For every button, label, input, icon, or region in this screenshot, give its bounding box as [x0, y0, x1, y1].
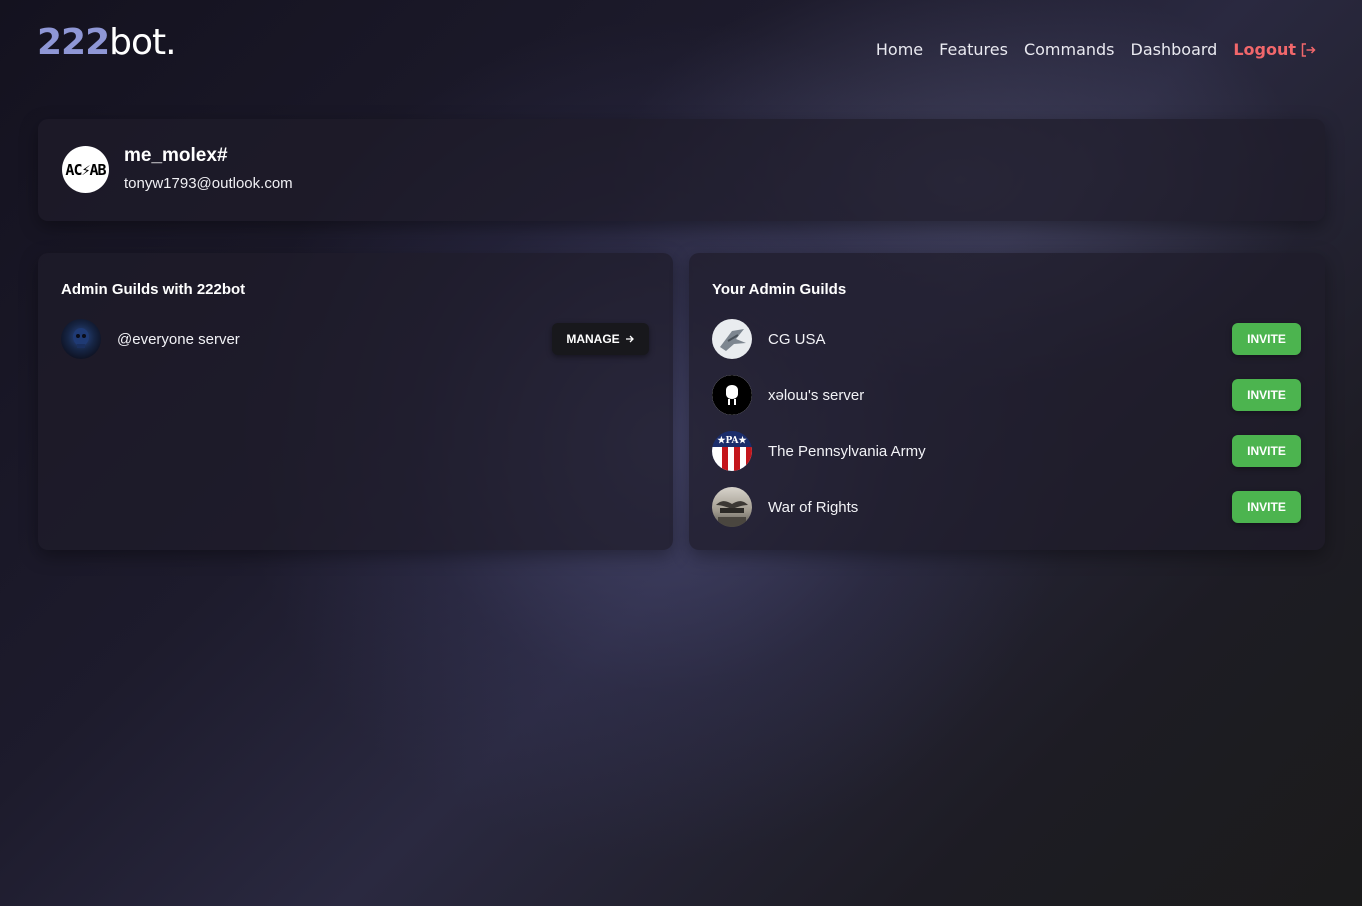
manage-label: MANAGE [566, 332, 620, 346]
list-item: @everyone server MANAGE [61, 319, 649, 359]
site-logo[interactable]: 222bot. [37, 22, 177, 63]
list-item: CG USA INVITE [712, 319, 1301, 359]
avatar-text: AC⚡AB [65, 160, 106, 179]
logout-link[interactable]: Logout [1233, 40, 1316, 59]
flag-icon: ★PA★ [712, 431, 752, 471]
arrow-right-icon [625, 335, 634, 343]
bot-guilds-card: Admin Guilds with 222bot @everyone serve… [38, 253, 673, 550]
profile-card: AC⚡AB me_molex# tonyw1793@outlook.com [38, 119, 1325, 221]
eagle-icon [712, 487, 752, 527]
username: me_molex# [124, 145, 228, 166]
logo-text: bot. [109, 22, 176, 63]
jet-icon [712, 319, 752, 359]
nav-dashboard[interactable]: Dashboard [1131, 40, 1218, 59]
skull-icon [61, 319, 101, 359]
admin-guilds-title: Your Admin Guilds [712, 281, 847, 298]
avatar: AC⚡AB [62, 146, 109, 193]
logout-icon [1301, 42, 1316, 57]
logout-label: Logout [1233, 40, 1296, 59]
list-item: War of Rights INVITE [712, 487, 1301, 527]
admin-guilds-card: Your Admin Guilds CG USA INVITE xǝloɯ's … [689, 253, 1325, 550]
nav-home[interactable]: Home [876, 40, 923, 59]
guild-name: CG USA [768, 330, 826, 348]
nav-commands[interactable]: Commands [1024, 40, 1115, 59]
top-nav: Home Features Commands Dashboard Logout [876, 40, 1316, 59]
list-item: ★PA★ The Pennsylvania Army INVITE [712, 431, 1301, 471]
guild-name: xǝloɯ's server [768, 386, 865, 404]
github-icon [712, 375, 752, 415]
invite-button[interactable]: INVITE [1232, 323, 1301, 355]
logo-number: 222 [37, 22, 110, 63]
user-email: tonyw1793@outlook.com [124, 175, 293, 192]
guild-name: War of Rights [768, 498, 859, 516]
guild-name: The Pennsylvania Army [768, 442, 926, 460]
invite-button[interactable]: INVITE [1232, 379, 1301, 411]
nav-features[interactable]: Features [939, 40, 1008, 59]
list-item: xǝloɯ's server INVITE [712, 375, 1301, 415]
bot-guilds-title: Admin Guilds with 222bot [61, 281, 246, 298]
manage-button[interactable]: MANAGE [552, 323, 649, 355]
flag-text: ★PA★ [717, 435, 747, 446]
invite-button[interactable]: INVITE [1232, 435, 1301, 467]
guild-name: @everyone server [117, 330, 240, 348]
invite-button[interactable]: INVITE [1232, 491, 1301, 523]
